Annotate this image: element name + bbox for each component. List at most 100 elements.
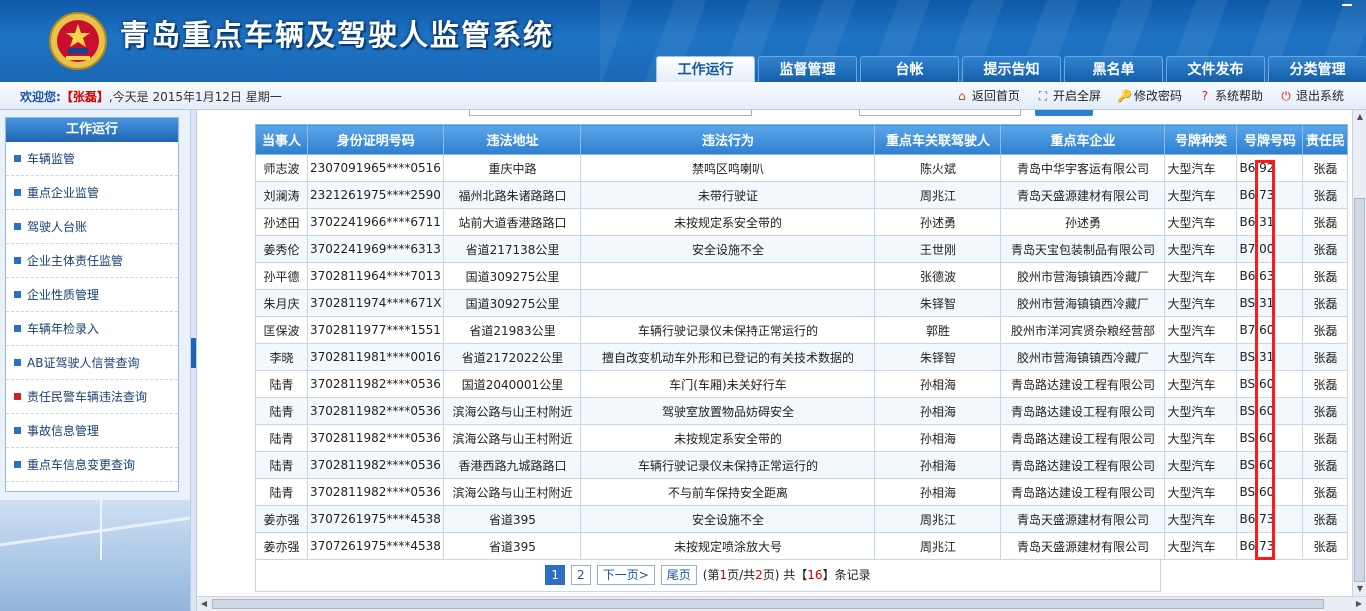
horizontal-scroll-thumb[interactable] (212, 599, 1324, 609)
column-header[interactable]: 违法地址 (443, 124, 582, 155)
main-nav: 工作运行 监督管理 台帐 提示告知 黑名单 文件发布 分类管理 (656, 56, 1366, 82)
sidebar-item-5[interactable]: 车辆年检录入 (6, 312, 178, 346)
pagination: 1 2 下一页> 尾页 (第1页/共2页) 共【16】条记录 (255, 558, 1161, 592)
table-cell: 姜秀伦 (255, 235, 308, 263)
quick-link-2[interactable]: 🔑 修改密码 (1117, 87, 1182, 104)
table-row[interactable]: 姜亦强 3707261975****4538 省道395 安全设施不全 周兆江 青岛天盛源… (255, 505, 1349, 533)
sidebar-splitter[interactable] (190, 110, 197, 611)
nav-tab-0[interactable]: 工作运行 (656, 56, 755, 82)
table-row[interactable]: 匡保波 3702811977****1551 省道21983公里 车辆行驶记录仪未保持… (255, 316, 1349, 344)
vertical-scrollbar[interactable]: ▲ ▼ (1352, 110, 1366, 596)
quick-link-0[interactable]: ⌂ 返回首页 (955, 87, 1020, 104)
table-cell: 朱月庆 (255, 289, 308, 317)
table-row[interactable]: 师志波 2307091965****0516 重庆中路 禁鸣区鸣喇叭 陈火斌 青岛中华宇客… (255, 154, 1349, 182)
table-cell: 陆青 (255, 424, 308, 452)
scroll-up-icon[interactable]: ▲ (1355, 112, 1365, 122)
sidebar-panel: 工作运行 车辆监管 重点企业监管 驾驶人台账 企业主体责任监管 企业性质管理 车辆年检录入… (5, 117, 179, 492)
column-header[interactable]: 当事人 (255, 124, 308, 155)
table-row[interactable]: 陆青 3702811982****0536 滨海公路与山王村附近 未按规定系安全带的孙… (255, 424, 1349, 452)
nav-tab-1[interactable]: 监督管理 (758, 56, 857, 82)
column-header[interactable]: 号牌号码 (1236, 124, 1304, 155)
nav-tab-6[interactable]: 分类管理 (1268, 56, 1366, 82)
table-row[interactable]: 孙述田 3702241966****6711 站前大道香港路路口 未按规定系安全带的孙… (255, 208, 1349, 236)
last-page-button[interactable]: 尾页 (660, 564, 697, 585)
sidebar-item-1[interactable]: 重点企业监管 (6, 176, 178, 210)
table-row[interactable]: 朱月庆 3702811974****671X 国道309275公里 朱铎智 胶州市营海镇… (255, 289, 1349, 317)
table-cell: 省道395 (443, 505, 582, 533)
table-row[interactable]: 陆青 3702811982****0536 滨海公路与山王村附近 驾驶室放置物品妨碍安… (255, 397, 1349, 425)
nav-tab-4[interactable]: 黑名单 (1064, 56, 1163, 82)
table-cell: 安全设施不全 (580, 505, 876, 533)
column-header[interactable]: 重点车企业 (1000, 124, 1166, 155)
table-cell: 大型汽车 (1164, 343, 1238, 371)
sidebar-item-7[interactable]: 责任民警车辆违法查询 (6, 380, 178, 414)
table-cell: B6 63 (1236, 262, 1304, 290)
table-cell: 省道21983公里 (443, 316, 582, 344)
table-body: 师志波 2307091965****0516 重庆中路 禁鸣区鸣喇叭 陈火斌 青岛中华宇客… (255, 154, 1349, 560)
quick-link-4[interactable]: ⏻ 退出系统 (1279, 87, 1344, 104)
table-cell: 未带行驶证 (580, 181, 876, 209)
table-row[interactable]: 姜秀伦 3702241969****6313 省道217138公里 安全设施不全 王世刚… (255, 235, 1349, 263)
table-cell: 张磊 (1302, 424, 1349, 452)
table-row[interactable]: 陆青 3702811982****0536 香港西路九城路路口 车辆行驶记录仪未保持正… (255, 451, 1349, 479)
table-cell: 安全设施不全 (580, 235, 876, 263)
scroll-down-icon[interactable]: ▼ (1355, 584, 1365, 594)
next-page-button[interactable]: 下一页> (596, 564, 655, 585)
column-header[interactable]: 重点车关联驾驶人 (874, 124, 1002, 155)
table-cell: 国道309275公里 (443, 262, 582, 290)
filter-input-2[interactable] (859, 110, 1021, 116)
nav-tab-5[interactable]: 文件发布 (1166, 56, 1265, 82)
sidebar-item-8[interactable]: 事故信息管理 (6, 414, 178, 448)
table-cell: 不与前车保持安全距离 (580, 478, 876, 506)
column-header[interactable]: 身份证明号码 (306, 124, 445, 155)
table-cell: 3702811977****1551 (306, 316, 445, 344)
table-cell: 张磊 (1302, 262, 1349, 290)
table-cell: 周兆江 (874, 505, 1002, 533)
vertical-scroll-thumb[interactable] (1354, 198, 1365, 582)
table-cell: 张磊 (1302, 316, 1349, 344)
scroll-left-icon[interactable]: ◀ (198, 598, 210, 610)
bullet-icon (14, 223, 21, 230)
nav-tab-3[interactable]: 提示告知 (962, 56, 1061, 82)
column-header[interactable]: 号牌种类 (1164, 124, 1238, 155)
table-cell: 大型汽车 (1164, 478, 1238, 506)
table-cell: 2321261975****2590 (306, 181, 445, 209)
table-row[interactable]: 李晓 3702811981****0016 省道2172022公里 擅自改变机动车外形… (255, 343, 1349, 371)
key-icon: 🔑 (1116, 88, 1132, 103)
column-header[interactable]: 责任民 (1302, 124, 1349, 155)
table-cell: 香港西路九城路路口 (443, 451, 582, 479)
bullet-icon (14, 393, 21, 400)
sidebar-item-2[interactable]: 驾驶人台账 (6, 210, 178, 244)
nav-tab-2[interactable]: 台帐 (860, 56, 959, 82)
quick-link-3[interactable]: ? 系统帮助 (1198, 87, 1263, 104)
sidebar-item-4[interactable]: 企业性质管理 (6, 278, 178, 312)
table-cell: BS 60 (1236, 397, 1304, 425)
query-button[interactable] (1035, 110, 1093, 116)
welcome-label: 欢迎您: (20, 90, 61, 104)
page-2-button[interactable]: 2 (571, 564, 591, 585)
quick-link-1[interactable]: ⛶ 开启全屏 (1036, 87, 1101, 104)
table-row[interactable]: 姜亦强 3707261975****4538 省道395 未按规定喷涂放大号 周兆江 青岛… (255, 532, 1349, 560)
collapse-handle[interactable] (191, 338, 196, 368)
column-header[interactable]: 违法行为 (580, 124, 876, 155)
scroll-right-icon[interactable]: ▶ (1353, 598, 1365, 610)
filter-input-1[interactable] (469, 110, 752, 116)
page-1-button[interactable]: 1 (545, 564, 566, 585)
current-user: 【张磊】 (60, 90, 109, 104)
table-cell: 胶州市洋河宾贤杂粮经营部 (1000, 316, 1166, 344)
minimize-icon[interactable] (1342, 4, 1352, 6)
sidebar-item-9[interactable]: 重点车信息变更查询 (6, 448, 178, 482)
table-cell: 大型汽车 (1164, 397, 1238, 425)
table-cell: 大型汽车 (1164, 316, 1238, 344)
sidebar-item-6[interactable]: AB证驾驶人信誉查询 (6, 346, 178, 380)
sidebar-item-3[interactable]: 企业主体责任监管 (6, 244, 178, 278)
table-row[interactable]: 孙平德 3702811964****7013 国道309275公里 张德波 胶州市营海镇… (255, 262, 1349, 290)
table-row[interactable]: 刘澜涛 2321261975****2590 福州北路朱诸路路口 未带行驶证 周兆江 青岛… (255, 181, 1349, 209)
sidebar-item-0[interactable]: 车辆监管 (6, 142, 178, 176)
horizontal-scrollbar[interactable]: ◀ ▶ (197, 596, 1366, 611)
page-info: (第1页/共2页) 共【16】条记录 (702, 568, 871, 582)
bullet-icon (14, 461, 21, 468)
help-icon: ? (1201, 88, 1209, 103)
table-row[interactable]: 陆青 3702811982****0536 滨海公路与山王村附近 不与前车保持安全距离… (255, 478, 1349, 506)
table-row[interactable]: 陆青 3702811982****0536 国道2040001公里 车门(车厢)未关好… (255, 370, 1349, 398)
